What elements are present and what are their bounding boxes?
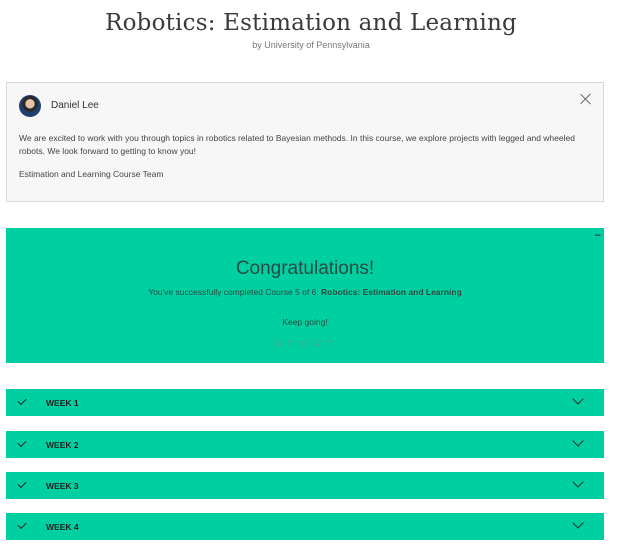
completion-course-name: Robotics: Estimation and Learning (321, 287, 462, 297)
week-4-row[interactable]: WEEK 4 (6, 513, 604, 540)
instructor-message-text: We are excited to work with you through … (19, 133, 575, 156)
chevron-down-icon[interactable] (572, 393, 584, 405)
week-3-row[interactable]: WEEK 3 (6, 472, 604, 499)
star-icon[interactable]: ☆ (324, 336, 337, 350)
check-icon (17, 395, 27, 406)
avatar (19, 95, 41, 117)
course-provider: by University of Pennsylvania (252, 40, 370, 50)
completion-prefix: You've successfully completed Course 5 o… (148, 287, 322, 297)
instructor-name: Daniel Lee (51, 100, 99, 111)
star-icon[interactable]: ☆ (311, 336, 324, 350)
star-rating: ☆☆☆☆☆ (6, 336, 604, 350)
completion-text: You've successfully completed Course 5 o… (6, 287, 604, 297)
instructor-message-card: Daniel Lee We are excited to work with y… (6, 82, 604, 202)
completion-banner: ... Congratulations! You've successfully… (6, 228, 604, 363)
congrats-heading: Congratulations! (235, 258, 375, 279)
instructor-signature: Estimation and Learning Course Team (19, 169, 164, 179)
check-icon (17, 437, 27, 448)
week-label: WEEK 4 (46, 522, 79, 532)
close-icon[interactable] (579, 92, 593, 106)
star-icon[interactable]: ☆ (286, 336, 299, 350)
chevron-down-icon[interactable] (572, 476, 584, 488)
week-1-row[interactable]: WEEK 1 (6, 389, 604, 416)
more-options-icon[interactable]: ... (595, 228, 601, 239)
week-label: WEEK 2 (46, 440, 79, 450)
course-title: Robotics: Estimation and Learning (105, 10, 517, 36)
chevron-down-icon[interactable] (572, 517, 584, 529)
chevron-down-icon[interactable] (572, 435, 584, 447)
week-label: WEEK 3 (46, 481, 79, 491)
check-icon (17, 519, 27, 530)
keep-going-text: Keep going! (282, 317, 328, 327)
week-2-row[interactable]: WEEK 2 (6, 431, 604, 458)
star-icon[interactable]: ☆ (299, 336, 312, 350)
week-label: WEEK 1 (46, 398, 79, 408)
star-icon[interactable]: ☆ (273, 336, 286, 350)
check-icon (17, 478, 27, 489)
